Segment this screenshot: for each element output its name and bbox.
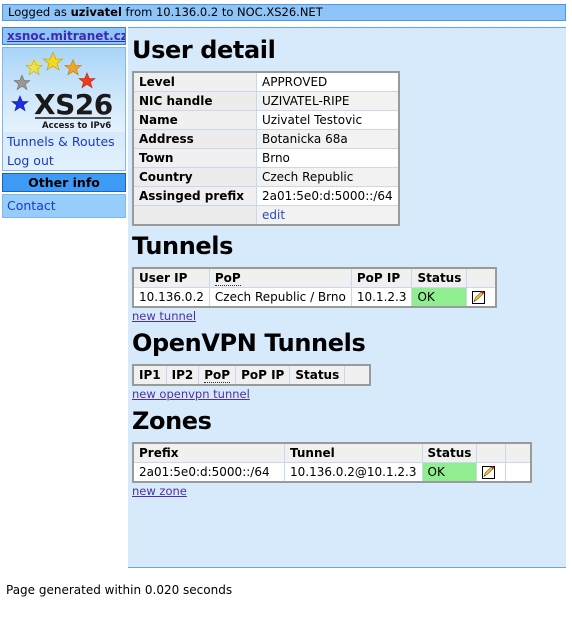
logged-as-origin: from 10.136.0.2 to NOC.XS26.NET <box>121 5 323 19</box>
detail-key: Level <box>132 71 257 92</box>
section-title-zones: Zones <box>132 407 212 435</box>
col-ip1: IP1 <box>132 364 167 386</box>
zones-table: Prefix Tunnel Status 2a01:5e0:d:5000::/6… <box>132 442 533 483</box>
new-tunnel-wrap: new tunnel <box>132 309 566 323</box>
tunnel-edit-cell[interactable] <box>466 287 497 308</box>
table-header-row: Prefix Tunnel Status <box>132 442 532 463</box>
tunnel-pop: Czech Republic / Brno <box>208 287 352 308</box>
table-row: Country Czech Republic <box>132 167 400 187</box>
col-extra <box>505 442 532 463</box>
detail-key: Town <box>132 148 257 168</box>
edit-user-link[interactable]: edit <box>262 208 285 222</box>
new-tunnel-link[interactable]: new tunnel <box>132 309 196 323</box>
col-status: Status <box>411 267 468 288</box>
new-zone-link[interactable]: new zone <box>132 484 187 498</box>
pop-abbr: PoP <box>214 271 241 286</box>
zone-edit-cell[interactable] <box>476 462 507 483</box>
login-status-bar: Logged as uzivatel from 10.136.0.2 to NO… <box>2 4 566 21</box>
page-generation-footer: Page generated within 0.020 seconds <box>6 583 233 597</box>
edit-icon[interactable] <box>472 290 486 304</box>
tunnels-table: User IP PoP PoP IP Status 10.136.0.2 Cze… <box>132 267 498 308</box>
status-badge: OK <box>421 462 478 483</box>
detail-key: Address <box>132 129 257 149</box>
sidebar-item-contact[interactable]: Contact <box>3 196 125 215</box>
detail-value: APPROVED <box>255 71 400 92</box>
zone-tunnel: 10.136.0.2@10.1.2.3 <box>284 462 423 483</box>
svg-text:Access to IPv6: Access to IPv6 <box>42 121 111 131</box>
table-row: Assinged prefix 2a01:5e0:d:5000::/64 <box>132 186 400 206</box>
new-openvpn-tunnel-link[interactable]: new openvpn tunnel <box>132 387 250 401</box>
col-pop-ip: PoP IP <box>235 364 291 386</box>
sidebar-section-other-info: Other info <box>2 173 126 192</box>
table-row: NIC handle UZIVATEL-RIPE <box>132 91 400 111</box>
detail-edit-cell: edit <box>255 205 400 226</box>
sidebar-other-panel: Contact <box>2 194 126 218</box>
detail-value: Uzivatel Testovic <box>255 110 400 130</box>
detail-value: UZIVATEL-RIPE <box>255 91 400 111</box>
table-row: Town Brno <box>132 148 400 168</box>
table-header-row: IP1 IP2 PoP PoP IP Status <box>132 364 371 386</box>
section-title-tunnels: Tunnels <box>132 232 233 260</box>
detail-key-empty <box>132 205 257 226</box>
logged-as-prefix: Logged as <box>8 5 71 19</box>
detail-value: Czech Republic <box>255 167 400 187</box>
user-detail-table: Level APPROVED NIC handle UZIVATEL-RIPE … <box>132 71 400 226</box>
table-header-row: User IP PoP PoP IP Status <box>132 267 497 288</box>
main-content: User detail Level APPROVED NIC handle UZ… <box>128 27 566 568</box>
site-home-link[interactable]: xsnoc.mitranet.cz <box>2 27 126 45</box>
detail-value: Botanicka 68a <box>255 129 400 149</box>
col-actions <box>466 267 497 288</box>
col-pop: PoP <box>198 364 237 386</box>
sidebar: xsnoc.mitranet.cz XS26 Access to IPv6 Tu… <box>2 27 126 218</box>
sidebar-item-tunnels-routes[interactable]: Tunnels & Routes <box>3 132 125 151</box>
col-user-ip: User IP <box>132 267 210 288</box>
table-row: Address Botanicka 68a <box>132 129 400 149</box>
col-prefix: Prefix <box>132 442 285 463</box>
col-pop: PoP <box>208 267 352 288</box>
col-status: Status <box>289 364 346 386</box>
new-zone-wrap: new zone <box>132 484 566 498</box>
detail-key: Country <box>132 167 257 187</box>
table-row: Name Uzivatel Testovic <box>132 110 400 130</box>
detail-key: Assinged prefix <box>132 186 257 206</box>
detail-key: Name <box>132 110 257 130</box>
edit-icon[interactable] <box>482 465 496 479</box>
col-pop-ip: PoP IP <box>350 267 413 288</box>
pop-abbr: PoP <box>204 368 231 383</box>
table-row: Level APPROVED <box>132 71 400 92</box>
logged-as-username: uzivatel <box>70 5 122 19</box>
col-status: Status <box>421 442 478 463</box>
status-badge: OK <box>411 287 468 308</box>
table-row-edit: edit <box>132 205 400 226</box>
new-openvpn-tunnel-wrap: new openvpn tunnel <box>132 387 566 401</box>
table-row: 2a01:5e0:d:5000::/64 10.136.0.2@10.1.2.3… <box>132 462 532 483</box>
tunnel-pop-ip: 10.1.2.3 <box>350 287 413 308</box>
col-actions <box>476 442 507 463</box>
detail-key: NIC handle <box>132 91 257 111</box>
logo-panel: XS26 Access to IPv6 Tunnels & Routes Log… <box>2 47 126 171</box>
col-actions <box>344 364 371 386</box>
detail-value: Brno <box>255 148 400 168</box>
col-ip2: IP2 <box>165 364 200 386</box>
tunnel-user-ip: 10.136.0.2 <box>132 287 210 308</box>
section-title-openvpn: OpenVPN Tunnels <box>132 329 366 357</box>
col-tunnel: Tunnel <box>284 442 423 463</box>
sidebar-item-log-out[interactable]: Log out <box>3 151 125 170</box>
openvpn-tunnels-table: IP1 IP2 PoP PoP IP Status <box>132 364 372 386</box>
zone-prefix: 2a01:5e0:d:5000::/64 <box>132 462 285 483</box>
svg-text:XS26: XS26 <box>34 88 113 121</box>
xs26-logo: XS26 Access to IPv6 <box>3 48 125 132</box>
zone-extra-cell <box>505 462 532 483</box>
table-row: 10.136.0.2 Czech Republic / Brno 10.1.2.… <box>132 287 497 308</box>
page-title-user-detail: User detail <box>132 36 276 64</box>
detail-value: 2a01:5e0:d:5000::/64 <box>255 186 400 206</box>
